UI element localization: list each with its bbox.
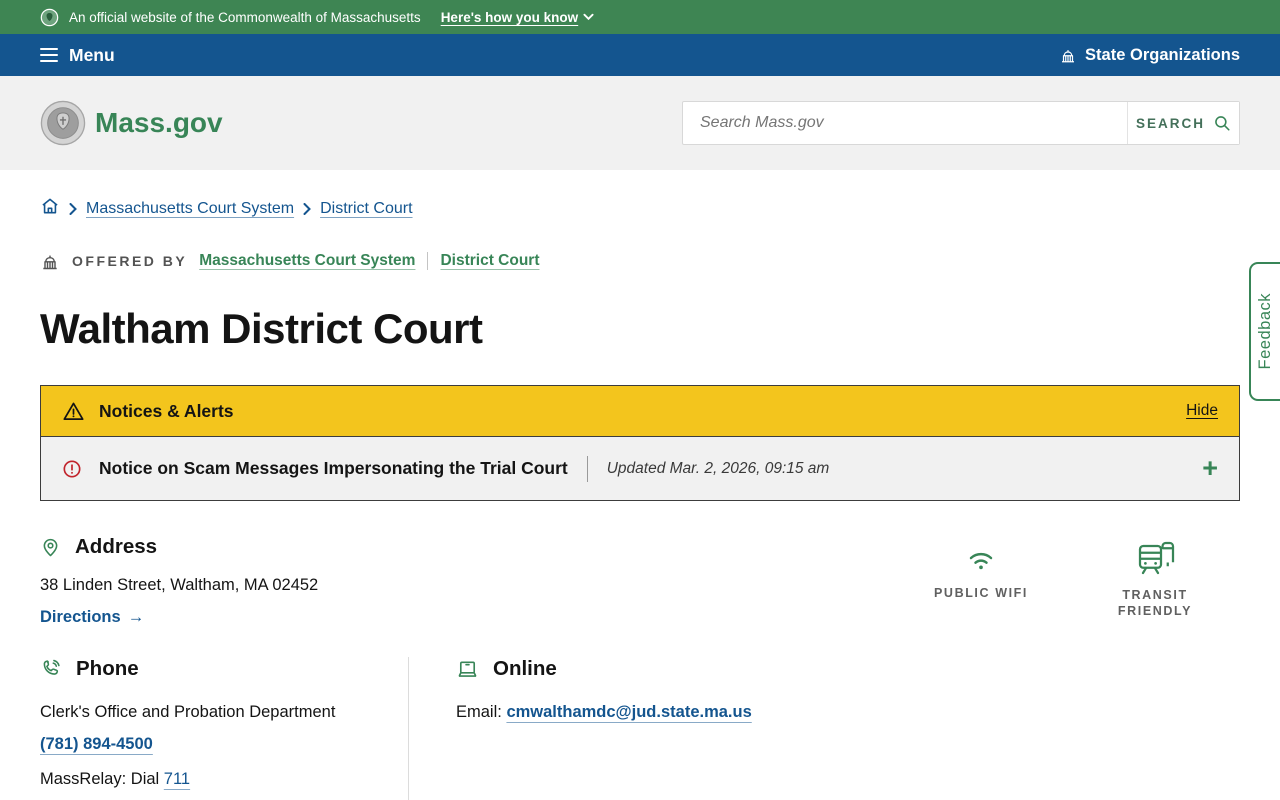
public-wifi-label: PUBLIC WIFI (934, 586, 1028, 600)
search-bar: SEARCH (682, 101, 1240, 145)
massrelay-711-link[interactable]: 711 (164, 770, 190, 788)
email-label: Email: (456, 703, 507, 721)
alert-circle-icon (62, 459, 82, 479)
contact-row: Phone Clerk's Office and Probation Depar… (40, 657, 1280, 800)
warning-triangle-icon (62, 400, 85, 423)
directions-link[interactable]: Directions → (40, 608, 144, 627)
breadcrumb-court-system-link[interactable]: Massachusetts Court System (86, 200, 294, 218)
phone-heading: Phone (76, 657, 139, 680)
location-row: Address 38 Linden Street, Waltham, MA 02… (40, 535, 1240, 627)
notices-alerts-title: Notices & Alerts (99, 400, 234, 421)
offered-by-court-system-link[interactable]: Massachusetts Court System (199, 252, 415, 270)
feedback-tab[interactable]: Feedback (1249, 262, 1280, 401)
address-text: 38 Linden Street, Waltham, MA 02452 (40, 576, 319, 594)
massgov-seal-icon (40, 100, 86, 146)
phone-icon (40, 658, 62, 680)
page-title: Waltham District Court (40, 305, 483, 352)
phone-block: Phone Clerk's Office and Probation Depar… (40, 657, 408, 800)
online-block: Online Email: cmwalthamdc@jud.state.ma.u… (408, 657, 1280, 800)
online-heading: Online (493, 657, 557, 680)
notices-alerts-header: Notices & Alerts Hide (41, 386, 1239, 436)
home-icon (40, 196, 60, 216)
hide-alerts-link[interactable]: Hide (1186, 402, 1218, 420)
breadcrumb-district-court-link[interactable]: District Court (320, 200, 412, 218)
capitol-icon (40, 251, 60, 271)
divider (586, 455, 588, 482)
site-header: Mass.gov SEARCH (0, 76, 1280, 170)
offered-by-district-court-link[interactable]: District Court (440, 252, 539, 270)
offered-by-label: OFFERED BY (72, 253, 188, 269)
transit-icon (1134, 537, 1176, 579)
phone-number-link[interactable]: (781) 894-4500 (40, 735, 153, 754)
wifi-icon (960, 537, 1002, 577)
breadcrumb-home-link[interactable] (40, 196, 60, 221)
breadcrumb: Massachusetts Court System District Cour… (0, 170, 1280, 221)
public-wifi-amenity: PUBLIC WIFI (926, 537, 1036, 627)
phone-department: Clerk's Office and Probation Department (40, 703, 336, 721)
massrelay-label: MassRelay: Dial (40, 770, 164, 788)
map-pin-icon (40, 537, 61, 558)
massrelay-line: MassRelay: Dial 711 (40, 770, 408, 789)
notice-row[interactable]: Notice on Scam Messages Impersonating th… (41, 436, 1239, 500)
offered-by-row: OFFERED BY Massachusetts Court System Di… (0, 221, 1280, 271)
main-navbar: Menu State Organizations (0, 34, 1280, 76)
arrow-right-icon: → (127, 608, 145, 626)
divider (427, 252, 429, 270)
notice-updated-timestamp: Updated Mar. 2, 2026, 09:15 am (606, 459, 830, 477)
massgov-logo-text: Mass.gov (95, 107, 223, 138)
hamburger-icon (40, 47, 58, 63)
address-heading: Address (75, 535, 158, 558)
state-organizations-button[interactable]: State Organizations (1059, 46, 1240, 65)
chevron-right-icon (69, 202, 77, 215)
search-input[interactable] (683, 102, 1127, 144)
official-banner-text: An official website of the Commonwealth … (69, 9, 421, 25)
chevron-down-icon (583, 13, 594, 21)
amenities: PUBLIC WIFI TRANSIT FRIENDLY (926, 537, 1240, 627)
official-banner: An official website of the Commonwealth … (0, 0, 1280, 34)
transit-friendly-label: TRANSIT FRIENDLY (1117, 588, 1193, 618)
email-line: Email: cmwalthamdc@jud.state.ma.us (456, 703, 1280, 722)
notice-title: Notice on Scam Messages Impersonating th… (99, 458, 568, 478)
laptop-icon (456, 658, 479, 681)
feedback-tab-label: Feedback (1256, 293, 1274, 370)
transit-friendly-amenity: TRANSIT FRIENDLY (1100, 537, 1210, 627)
chevron-right-icon (303, 202, 311, 215)
state-seal-icon (40, 8, 59, 27)
capitol-icon (1059, 46, 1077, 64)
address-block: Address 38 Linden Street, Waltham, MA 02… (40, 535, 318, 627)
email-link[interactable]: cmwalthamdc@jud.state.ma.us (506, 703, 751, 721)
massgov-logo[interactable]: Mass.gov (40, 100, 223, 146)
search-icon (1213, 114, 1231, 132)
search-button[interactable]: SEARCH (1127, 102, 1239, 144)
menu-button[interactable]: Menu (40, 45, 115, 66)
expand-notice-button[interactable]: + (1202, 455, 1218, 482)
heres-how-you-know-button[interactable]: Here's how you know (441, 10, 595, 25)
notices-alerts-box: Notices & Alerts Hide Notice on Scam Mes… (40, 385, 1240, 501)
